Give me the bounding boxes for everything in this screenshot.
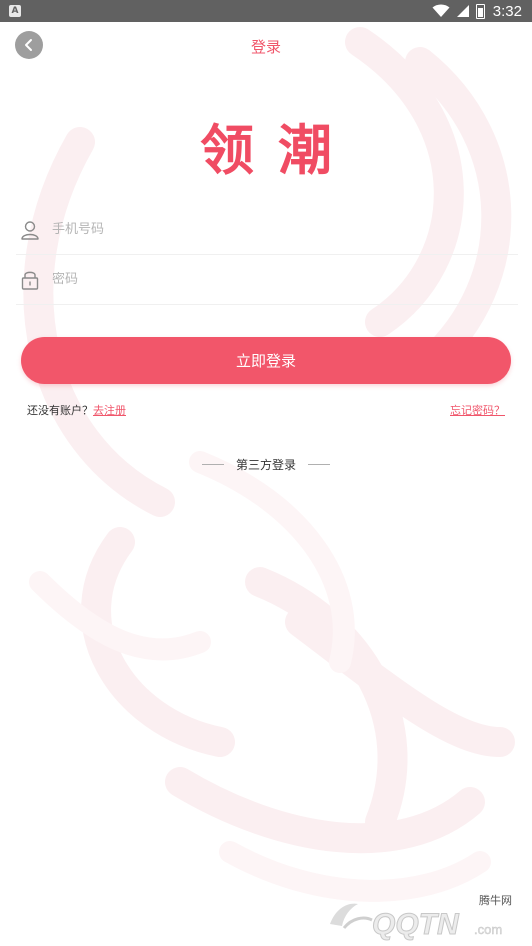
page-title: 登录 [250, 38, 281, 56]
wifi-icon [432, 4, 450, 17]
divider-left [201, 464, 224, 465]
forgot-password-link[interactable]: 忘记密码？ [450, 402, 505, 418]
no-account-text: 还没有账户？ [27, 404, 93, 417]
watermark: 腾牛网 QQTN .com [314, 890, 524, 942]
svg-text:.com: .com [474, 922, 502, 937]
password-row [16, 255, 518, 305]
a-notification-icon: A [9, 5, 21, 17]
third-party-label: 第三方登录 [235, 458, 296, 472]
battery-icon [475, 3, 485, 19]
password-input[interactable] [52, 272, 472, 287]
third-party-login: 第三方登录 [0, 456, 532, 473]
divider-right [308, 464, 330, 465]
login-button[interactable]: 立即登录 [21, 337, 511, 384]
lock-icon [18, 268, 42, 292]
app-logo: 领潮 [200, 119, 356, 182]
signal-icon [456, 5, 469, 17]
watermark-logo: QQTN .com [330, 903, 502, 942]
watermark-logo-text: QQTN [372, 908, 460, 941]
register-line: 还没有账户？去注册 [27, 402, 126, 418]
phone-row [16, 205, 518, 255]
status-icons: 3:32 [432, 2, 522, 20]
status-time: 3:32 [492, 2, 522, 20]
status-bar: A 3:32 [0, 0, 532, 22]
phone-input[interactable] [52, 222, 472, 237]
user-icon [18, 218, 42, 242]
header: 登录 [0, 22, 532, 68]
register-link[interactable]: 去注册 [93, 404, 126, 417]
